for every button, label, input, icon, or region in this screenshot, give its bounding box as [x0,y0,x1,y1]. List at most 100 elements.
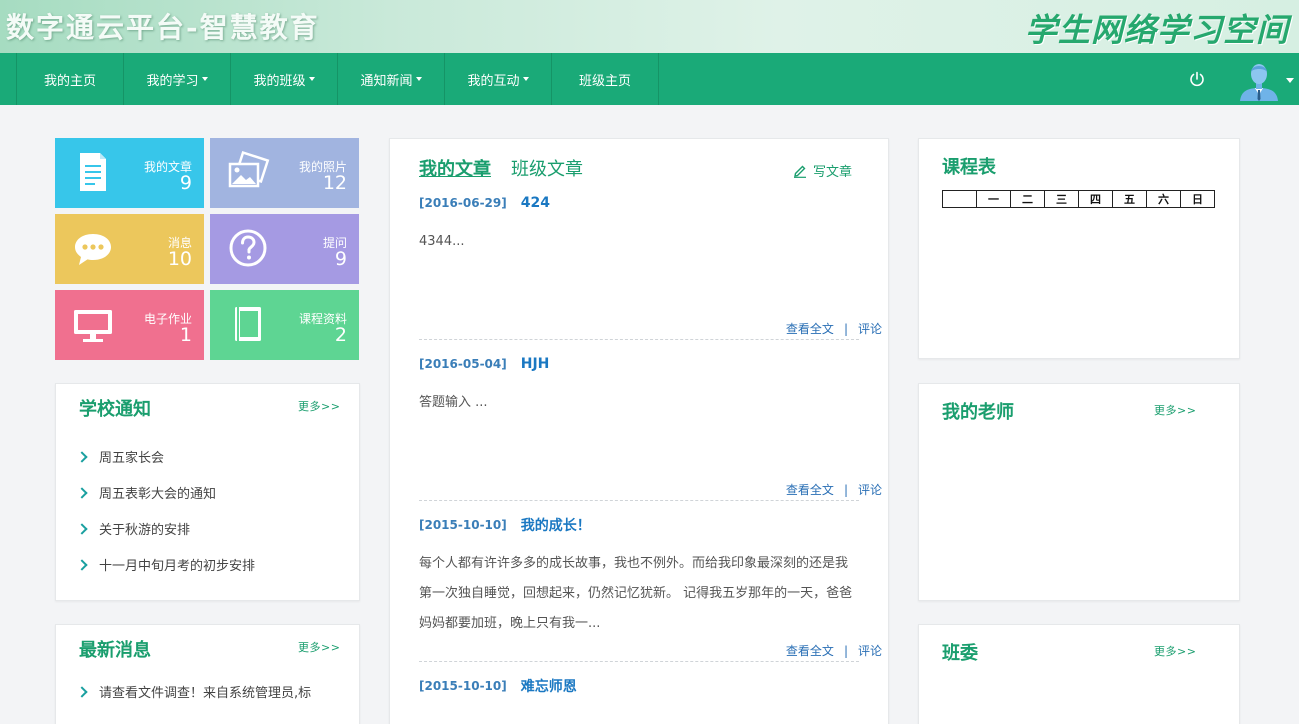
tile-count: 9 [179,172,192,194]
notice-list: 周五家长会 周五表彰大会的通知 关于秋游的安排 十一月中旬月考的初步安排 [76,438,256,582]
comment-link[interactable]: 评论 [858,642,882,659]
tile-count: 12 [322,172,347,194]
more-link[interactable]: 更多>> [1154,643,1196,659]
tile-my-articles[interactable]: 我的文章 9 [55,138,204,208]
space-title: 学生网络学习空间 [1024,11,1289,49]
divider [419,339,859,340]
more-link[interactable]: 更多>> [298,398,340,414]
nav-label: 通知新闻 [360,73,413,89]
caret-down-icon [308,77,315,81]
platform-title: 数字通云平台-智慧教育 [6,11,320,44]
table-row: 一 二 三 四 五 六 日 [942,190,1215,208]
article-item: [2015-10-10] 难忘师恩 [419,676,859,696]
chevron-right-icon [76,685,88,698]
view-full-link[interactable]: 查看全文 [786,481,834,498]
power-icon[interactable] [1188,70,1206,88]
nav-item-interaction[interactable]: 我的互动 [445,53,552,105]
chevron-right-icon [76,558,88,571]
list-item-label: 关于秋游的安排 [99,522,191,538]
tile-count: 10 [167,248,192,270]
more-link[interactable]: 更多>> [298,639,340,655]
articles-panel: 我的文章 班级文章 写文章 [2016-06-29] 424 4344... 查… [389,138,889,724]
nav-label: 我的学习 [146,73,199,89]
question-icon [229,229,267,267]
article-excerpt: 4344... [419,234,465,249]
article-actions: 查看全文 | 评论 [786,481,882,498]
article-title[interactable]: 424 [521,195,550,211]
caret-down-icon [415,77,422,81]
nav-item-home[interactable]: 我的主页 [17,53,124,105]
tile-messages[interactable]: 消息 10 [55,214,204,284]
schedule-panel: 课程表 一 二 三 四 五 六 日 [918,138,1240,359]
schedule-table: 一 二 三 四 五 六 日 [942,190,1215,208]
tab-my-articles[interactable]: 我的文章 [419,155,491,181]
panel-title: 我的老师 [942,402,1014,423]
list-item-label: 周五家长会 [99,450,165,466]
nav-item-news[interactable]: 通知新闻 [338,53,445,105]
comment-link[interactable]: 评论 [858,320,882,337]
table-header-cell: 五 [1112,190,1147,208]
divider [419,661,859,662]
caret-down-icon [201,77,208,81]
article-title[interactable]: HJH [521,356,550,372]
tile-my-photos[interactable]: 我的照片 12 [210,138,359,208]
committee-panel: 班委 更多>> [918,624,1240,724]
nav-item-study[interactable]: 我的学习 [124,53,231,105]
book-icon [235,307,261,341]
message-list: 请查看文件调查！来自系统管理员,标 [76,673,312,709]
table-header-cell: 六 [1146,190,1181,208]
table-header-cell: 日 [1180,190,1215,208]
article-excerpt: 每个人都有许许多多的成长故事，我也不例外。而给我印象最深刻的还是我第一次独自睡觉… [419,556,853,631]
table-header-cell: 一 [976,190,1011,208]
list-item[interactable]: 关于秋游的安排 [76,510,255,546]
list-item-label: 十一月中旬月考的初步安排 [99,558,256,574]
panel-title: 课程表 [942,157,996,178]
pencil-icon [794,165,806,178]
chevron-right-icon [76,486,88,499]
view-full-link[interactable]: 查看全文 [786,320,834,337]
article-header: [2016-05-04] HJH [419,354,859,374]
caret-down-icon [522,77,529,81]
avatar-caret-icon[interactable] [1286,78,1294,83]
more-link[interactable]: 更多>> [1154,402,1196,418]
write-article-button[interactable]: 写文章 [793,161,852,180]
latest-messages-panel: 最新消息 更多>> 请查看文件调查！来自系统管理员,标 [55,624,360,724]
comment-link[interactable]: 评论 [858,481,882,498]
article-item: [2016-06-29] 424 4344... [419,193,859,257]
article-actions: 查看全文 | 评论 [786,320,882,337]
list-item[interactable]: 周五表彰大会的通知 [76,474,255,510]
article-title[interactable]: 难忘师恩 [521,676,577,696]
nav-label: 班级主页 [578,73,631,89]
article-header: [2015-10-10] 我的成长！ [419,515,859,535]
panel-title: 学校通知 [79,399,151,420]
main-nav: 我的主页 我的学习 我的班级 通知新闻 我的互动 班级主页 [0,53,1299,105]
tile-count: 1 [179,324,192,346]
tab-class-articles[interactable]: 班级文章 [511,155,583,181]
nav-item-class-home[interactable]: 班级主页 [552,53,659,105]
tile-questions[interactable]: 提问 9 [210,214,359,284]
list-item[interactable]: 请查看文件调查！来自系统管理员,标 [76,673,312,709]
article-header: [2015-10-10] 难忘师恩 [419,676,859,696]
list-item[interactable]: 十一月中旬月考的初步安排 [76,546,256,582]
school-notice-panel: 学校通知 更多>> 周五家长会 周五表彰大会的通知 关于秋游的安排 十一月中旬月… [55,383,360,601]
article-date: [2015-10-10] [419,679,507,693]
document-icon [80,153,106,191]
user-avatar-icon[interactable] [1238,59,1280,101]
nav-item-class[interactable]: 我的班级 [231,53,338,105]
chevron-right-icon [76,450,88,463]
article-title[interactable]: 我的成长！ [521,515,591,535]
divider [419,500,859,501]
tile-homework[interactable]: 电子作业 1 [55,290,204,360]
table-header-cell [942,190,977,208]
view-full-link[interactable]: 查看全文 [786,642,834,659]
list-item[interactable]: 周五家长会 [76,438,255,474]
article-date: [2015-10-10] [419,518,507,532]
nav-label: 我的互动 [467,73,520,89]
table-header-cell: 三 [1044,190,1079,208]
monitor-icon [74,310,112,342]
article-item: [2015-10-10] 我的成长！ 每个人都有许许多多的成长故事，我也不例外。… [419,515,859,639]
teachers-panel: 我的老师 更多>> [918,383,1240,601]
tile-course-materials[interactable]: 课程资料 2 [210,290,359,360]
list-item-label: 请查看文件调查！来自系统管理员,标 [99,685,312,701]
table-header-cell: 四 [1078,190,1113,208]
